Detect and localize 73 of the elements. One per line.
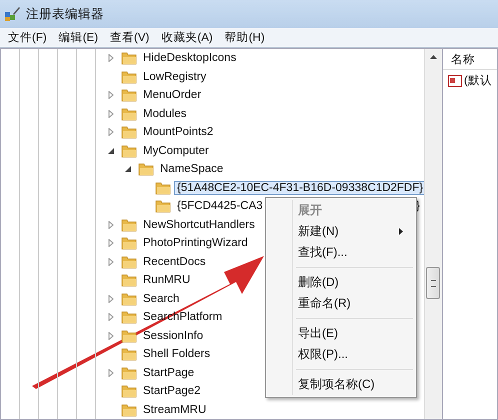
- menu-item[interactable]: 查找(F)...: [268, 242, 413, 263]
- tree-item[interactable]: StartPage2: [140, 384, 204, 398]
- expand-icon[interactable]: [107, 110, 115, 118]
- folder-icon: [155, 199, 171, 214]
- collapse-icon[interactable]: [107, 146, 115, 155]
- folder-icon: [121, 384, 137, 398]
- menu-item[interactable]: 导出(E): [268, 323, 413, 344]
- collapse-icon[interactable]: [124, 165, 132, 174]
- folder-icon: [121, 88, 137, 102]
- folder-icon: [121, 236, 137, 250]
- expand-icon[interactable]: [107, 91, 115, 100]
- tree-item[interactable]: PhotoPrintingWizard: [140, 236, 251, 250]
- registry-editor-icon: [4, 6, 20, 22]
- menu-item[interactable]: 删除(D): [268, 272, 413, 293]
- tree-item[interactable]: RecentDocs: [140, 254, 209, 269]
- expand-icon[interactable]: [107, 258, 115, 266]
- tree-item[interactable]: NameSpace: [157, 162, 226, 176]
- tree-item[interactable]: RunMRU: [140, 273, 194, 288]
- folder-icon: [121, 144, 137, 158]
- scroll-up-icon[interactable]: [430, 55, 437, 59]
- tree-item[interactable]: Search: [140, 292, 182, 306]
- folder-icon: [138, 162, 154, 176]
- menu-item[interactable]: 收藏夹(A): [161, 30, 213, 45]
- menu-item[interactable]: 权限(P)...: [268, 344, 413, 365]
- scrollbar[interactable]: [424, 49, 442, 419]
- tree-item[interactable]: {51A48CE2-10EC-4F31-B16D-09338C1D2FDF}: [174, 180, 426, 195]
- folder-icon: [121, 254, 137, 269]
- folder-icon: [121, 218, 137, 232]
- value-name: (默认: [464, 74, 492, 88]
- folder-icon: [121, 366, 137, 380]
- tree-item[interactable]: MyComputer: [140, 144, 212, 158]
- menu-item[interactable]: 查看(V): [110, 30, 150, 45]
- folder-icon: [121, 347, 137, 362]
- tree-item[interactable]: MenuOrder: [140, 88, 204, 102]
- menu-item[interactable]: 复制项名称(C): [268, 374, 413, 395]
- menu-item[interactable]: 新建(N): [268, 221, 413, 242]
- menu-item[interactable]: 文件(F): [8, 30, 47, 45]
- tree-item[interactable]: NewShortcutHandlers: [140, 218, 258, 232]
- folder-icon: [121, 125, 137, 140]
- folder-icon: [121, 106, 137, 121]
- folder-icon: [155, 180, 171, 195]
- expand-icon[interactable]: [107, 294, 115, 303]
- folder-icon: [121, 310, 137, 324]
- expand-icon[interactable]: [107, 54, 115, 62]
- expand-icon[interactable]: [107, 313, 115, 322]
- tree-item[interactable]: SessionInfo: [140, 328, 206, 343]
- column-header[interactable]: 名称: [451, 52, 475, 66]
- submenu-arrow-icon: [399, 228, 403, 235]
- folder-icon: [121, 402, 137, 417]
- tree-item[interactable]: StreamMRU: [140, 402, 210, 417]
- folder-icon: [121, 51, 137, 66]
- expand-icon[interactable]: [107, 128, 115, 136]
- tree-item[interactable]: HideDesktopIcons: [140, 51, 240, 66]
- tree-item[interactable]: LowRegistry: [140, 70, 210, 84]
- tree-item[interactable]: MountPoints2: [140, 125, 216, 140]
- menu-item[interactable]: 编辑(E): [58, 30, 98, 45]
- menu-item[interactable]: 重命名(R): [268, 293, 413, 314]
- expand-icon[interactable]: [107, 332, 115, 340]
- expand-icon[interactable]: [107, 368, 115, 377]
- folder-icon: [121, 328, 137, 343]
- folder-icon: [121, 70, 137, 84]
- expand-icon[interactable]: [107, 239, 115, 248]
- folder-icon: [121, 273, 137, 288]
- scroll-thumb[interactable]: [426, 267, 440, 299]
- tree-item[interactable]: Shell Folders: [140, 347, 214, 362]
- expand-icon[interactable]: [107, 220, 115, 229]
- tree-item[interactable]: Modules: [140, 106, 190, 121]
- string-value-icon: [448, 74, 462, 86]
- folder-icon: [121, 292, 137, 306]
- tree-item[interactable]: StartPage: [140, 366, 198, 380]
- menu-item[interactable]: 帮助(H): [224, 30, 265, 45]
- tree-item[interactable]: {5FCD4425-CA3: [174, 199, 266, 214]
- window-title: 注册表编辑器: [26, 6, 104, 22]
